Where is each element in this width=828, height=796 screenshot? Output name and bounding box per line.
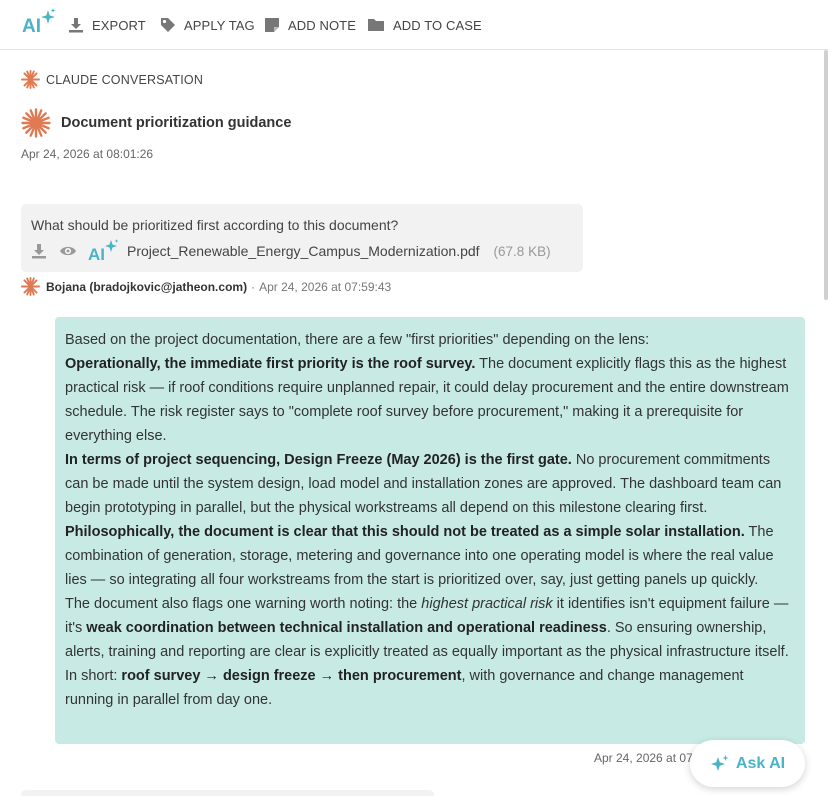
claude-icon	[21, 108, 51, 138]
paragraph-summary: In short: roof survey → design freeze → …	[65, 668, 744, 708]
attachment-logo-text: AI	[88, 245, 105, 263]
apply-tag-label: APPLY TAG	[184, 17, 255, 33]
paragraph-design-freeze: In terms of project sequencing, Design F…	[65, 452, 782, 516]
add-note-button[interactable]: ADD NOTE	[264, 15, 356, 35]
user-message: What should be prioritized first accordi…	[21, 204, 583, 272]
conversation-source: CLAUDE CONVERSATION	[21, 70, 203, 89]
sender-separator: ·	[251, 279, 256, 294]
paragraph-roof-survey: Operationally, the immediate first prior…	[65, 356, 789, 444]
add-note-label: ADD NOTE	[288, 17, 356, 33]
attachment: AI Project_Renewable_Energy_Campus_Moder…	[31, 239, 551, 263]
ask-ai-button[interactable]: Ask AI	[690, 740, 805, 787]
folder-icon	[368, 19, 384, 31]
eye-icon[interactable]	[59, 244, 77, 258]
ai-logo-text: AI	[22, 16, 41, 37]
ask-ai-label: Ask AI	[735, 754, 786, 772]
add-to-case-button[interactable]: ADD TO CASE	[367, 15, 482, 35]
export-label: EXPORT	[92, 17, 146, 33]
download-icon	[69, 18, 83, 33]
sender-timestamp: Apr 24, 2026 at 07:59:43	[259, 279, 392, 294]
sender-name: Bojana (bradojkovic@jatheon.com)	[46, 279, 248, 294]
conversation-title-row: Document prioritization guidance	[21, 108, 291, 138]
conversation-source-label: CLAUDE CONVERSATION	[46, 72, 204, 87]
attachment-name[interactable]: Project_Renewable_Energy_Campus_Moderniz…	[127, 243, 480, 259]
ai-logo: AI	[21, 8, 57, 38]
ai-attachment-icon: AI	[88, 239, 119, 263]
sparkle-icon	[710, 754, 729, 771]
assistant-message: Based on the project documentation, ther…	[55, 317, 805, 744]
user-question: What should be prioritized first accordi…	[31, 217, 399, 233]
add-to-case-label: ADD TO CASE	[393, 17, 482, 33]
attachment-size: (67.8 KB)	[493, 243, 551, 259]
note-icon	[265, 18, 279, 32]
intro-paragraph: Based on the project documentation, ther…	[65, 332, 650, 348]
download-icon[interactable]	[31, 243, 47, 259]
claude-icon	[21, 70, 40, 89]
claude-icon	[21, 277, 40, 296]
next-message	[21, 790, 434, 796]
scrollbar[interactable]	[824, 50, 828, 300]
paragraph-warning: The document also flags one warning wort…	[65, 596, 789, 660]
paragraph-philosophy: Philosophically, the document is clear t…	[65, 524, 774, 588]
tag-icon	[161, 18, 175, 32]
sender-row: Bojana (bradojkovic@jatheon.com) · Apr 2…	[21, 277, 391, 296]
page-title: Document prioritization guidance	[61, 115, 292, 131]
assistant-timestamp: Apr 24, 2026 at 07	[594, 751, 693, 765]
apply-tag-button[interactable]: APPLY TAG	[160, 15, 255, 35]
conversation-date: Apr 24, 2026 at 08:01:26	[21, 147, 154, 161]
toolbar: AI EXPORT APPLY TAG ADD NOTE ADD TO CASE	[0, 0, 828, 50]
export-button[interactable]: EXPORT	[68, 15, 146, 35]
